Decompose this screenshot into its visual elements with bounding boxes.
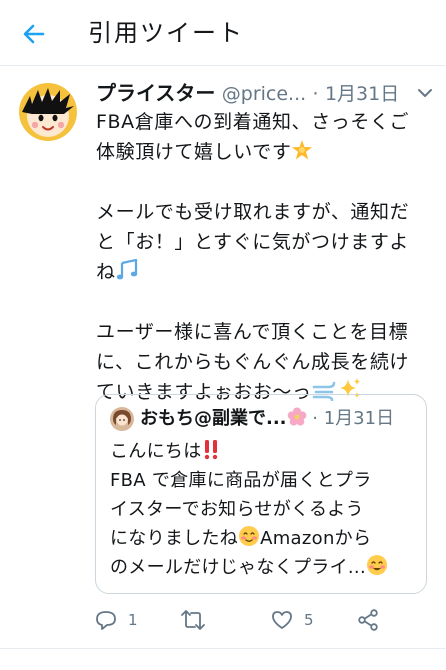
reply-count: 1 [128, 611, 138, 629]
quoted-date: 1月31日 [323, 408, 395, 429]
star-sparkle-emoji [292, 140, 313, 160]
back-button[interactable] [14, 14, 54, 54]
quoted-line: FBA で倉庫に商品が届くとプラ [110, 470, 372, 491]
double-exclamation-emoji [204, 440, 217, 460]
chevron-down-icon[interactable] [412, 80, 438, 106]
quoted-tweet-card[interactable]: おもち@副業で... · 1月31日 こんにちは FBA で倉庫に商品が届くとプ… [95, 394, 427, 594]
reply-icon [96, 611, 116, 630]
share-button[interactable] [356, 606, 380, 634]
share-icon [358, 609, 378, 631]
like-button[interactable]: 5 [270, 606, 314, 634]
header-bar: 引用ツイート [0, 0, 446, 66]
tweet-line: と「お！」とすぐに気がつけますよ [96, 231, 410, 253]
smile-emoji [366, 555, 387, 575]
quoted-line: イスターでお知らせがくるよう [110, 499, 364, 520]
tweet-actions: 1 5 [0, 600, 446, 640]
separator-dot: · [312, 83, 319, 105]
retweet-button[interactable] [180, 606, 216, 634]
tweet-text: FBA倉庫への到着通知、さっそくご 体験頂けて嬉しいです メールでも受け取れます… [96, 107, 438, 407]
tweet-line: ね [96, 257, 438, 287]
quoted-line: のメールだけじゃなくプライ... [110, 553, 422, 582]
quoted-separator: · [312, 408, 318, 429]
author-avatar[interactable] [18, 82, 78, 142]
page-title: 引用ツイート [88, 19, 244, 47]
quoted-text: こんにちは FBA で倉庫に商品が届くとプラ イスターでお知らせがくるよう にな… [110, 437, 422, 582]
tweet-date[interactable]: 1月31日 [325, 83, 399, 105]
retweet-icon [181, 610, 205, 630]
musical-notes-emoji [116, 259, 137, 280]
tweet-line: 体験頂けて嬉しいです [96, 137, 438, 167]
author-handle[interactable]: @price... [222, 83, 306, 105]
arrow-left-icon [23, 24, 45, 44]
quoted-line: こんにちは [110, 437, 422, 466]
tweet-line: に、これからもぐんぐん成長を続け [96, 351, 410, 373]
quoted-header: おもち@副業で... · 1月31日 [140, 405, 422, 433]
quoted-author-avatar [110, 407, 134, 431]
tweet-line: メールでも受け取れますが、通知だ [96, 201, 410, 223]
tweet-header: プライスター @price... · 1月31日 [96, 78, 436, 108]
divider [0, 648, 446, 649]
like-count: 5 [304, 611, 314, 629]
reply-button[interactable]: 1 [94, 606, 138, 634]
like-icon [272, 611, 292, 629]
tweet-line: FBA倉庫への到着通知、さっそくご [96, 111, 410, 133]
quoted-author-name: おもち@副業で... [140, 408, 287, 429]
cherry-blossom-emoji [287, 407, 306, 426]
tweet-line: ユーザー様に喜んで頂くことを目標 [96, 321, 409, 343]
quoted-line: になりましたね Amazonから [110, 524, 422, 553]
author-name[interactable]: プライスター [96, 81, 215, 105]
blush-emoji [239, 526, 260, 546]
